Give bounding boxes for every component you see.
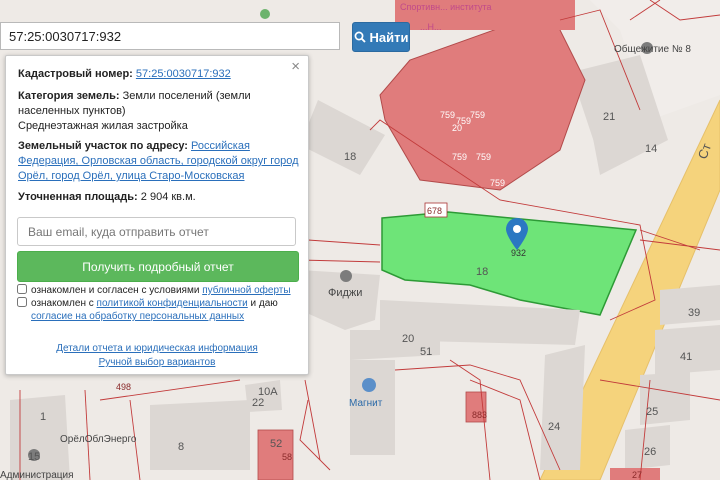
label-8: 8 <box>178 441 184 453</box>
public-offer-link[interactable]: публичной оферты <box>202 285 290 296</box>
consent-privacy-text: ознакомлен с <box>31 298 94 309</box>
consent-privacy-checkbox[interactable] <box>17 297 27 307</box>
search-bar: Найти <box>0 22 412 52</box>
label-759-5: 759 <box>490 178 505 188</box>
cadastral-search-input[interactable] <box>0 22 340 50</box>
email-input[interactable] <box>17 217 296 246</box>
building-41 <box>655 325 720 375</box>
label-883: 883 <box>472 410 487 420</box>
poi-institute-label-2: ...Н... <box>420 22 442 32</box>
cadastral-number-link[interactable]: 57:25:0030717:932 <box>136 68 231 80</box>
poi-magnit-label: Магнит <box>349 398 383 409</box>
label-18-top: 18 <box>344 151 356 163</box>
area-row: Уточненная площадь: 2 904 кв.м. <box>18 190 300 205</box>
poi-dormitory-label: Общежитие № 8 <box>614 43 691 55</box>
get-report-label: Получить подробный отчет <box>82 259 234 274</box>
category-value-1: Земли поселений (земли <box>122 90 251 102</box>
consent-privacy-text-2: и даю <box>250 298 278 309</box>
use-value: Среднеэтажная жилая застройка <box>18 120 188 132</box>
poi-admin-label: Администрация <box>0 470 74 480</box>
address-row: Земельный участок по адресу: Российская … <box>18 139 300 184</box>
building-39 <box>660 285 720 325</box>
magnit-poi-icon[interactable] <box>362 378 376 392</box>
manual-row: Ручной выбор вариантов <box>6 357 308 368</box>
label-21: 21 <box>603 111 615 123</box>
label-51: 51 <box>420 346 432 358</box>
address-link-1[interactable]: Российская <box>191 140 250 152</box>
label-20-bottom: 20 <box>402 333 414 345</box>
label-759-3: 759 <box>452 152 467 162</box>
poi-institute-label: Спортивн... института <box>400 2 492 12</box>
label-759-1: 759 <box>440 110 455 120</box>
consent-offer: ознакомлен и согласен с условиями публич… <box>17 284 299 297</box>
label-678: 678 <box>427 206 442 216</box>
poi-fiji-label: Фиджи <box>328 287 362 299</box>
privacy-policy-link[interactable]: политикой конфиденциальности <box>97 298 248 309</box>
poi-energo-label: ОрёлОблЭнерго <box>60 433 137 445</box>
address-link-2[interactable]: Федерация, Орловская область, городской … <box>18 155 299 167</box>
fiji-poi-icon[interactable] <box>340 270 352 282</box>
label-58: 58 <box>282 452 292 462</box>
label-22: 22 <box>252 397 264 409</box>
building-24 <box>540 345 585 470</box>
building-8 <box>150 400 250 470</box>
label-52: 52 <box>270 438 282 450</box>
label-24: 24 <box>548 421 560 433</box>
search-button-label: Найти <box>369 29 409 45</box>
label-759-2: 759 <box>470 110 485 120</box>
details-link[interactable]: Детали отчета и юридическая информация <box>56 343 258 354</box>
label-41: 41 <box>680 351 692 363</box>
label-15: 15 <box>28 451 40 463</box>
label-498: 498 <box>116 382 131 392</box>
label-1: 1 <box>40 411 46 423</box>
address-link-3[interactable]: Орёл, город Орёл, улица Старо-Московская <box>18 170 244 182</box>
label-759-6: 759 <box>456 116 471 126</box>
search-icon <box>354 31 366 43</box>
manual-selection-link[interactable]: Ручной выбор вариантов <box>99 357 216 368</box>
consent-offer-text: ознакомлен и согласен с условиями <box>31 285 200 296</box>
address-label: Земельный участок по адресу: <box>18 140 188 152</box>
label-18-parcel: 18 <box>476 266 488 278</box>
park-poi-icon <box>260 9 270 19</box>
category-label: Категория земель: <box>18 90 120 102</box>
category-row: Категория земель: Земли поселений (земли… <box>18 89 300 134</box>
label-26: 26 <box>644 446 656 458</box>
label-25: 25 <box>646 406 658 418</box>
personal-data-consent-link[interactable]: согласие на обработку персональных данны… <box>31 311 244 322</box>
label-27: 27 <box>632 470 642 480</box>
consent-offer-checkbox[interactable] <box>17 284 27 294</box>
cadastral-label: Кадастровый номер: <box>18 68 133 80</box>
label-14: 14 <box>645 143 657 155</box>
area-label: Уточненная площадь: <box>18 191 138 203</box>
consent-privacy: ознакомлен с политикой конфиденциальност… <box>17 297 299 323</box>
label-759-4: 759 <box>476 152 491 162</box>
label-39: 39 <box>688 307 700 319</box>
get-report-button[interactable]: Получить подробный отчет <box>17 251 299 282</box>
cadastral-row: Кадастровый номер: 57:25:0030717:932 <box>18 67 300 82</box>
parcel-number-label: 932 <box>511 248 526 258</box>
search-button[interactable]: Найти <box>352 22 410 52</box>
details-row: Детали отчета и юридическая информация <box>6 343 308 354</box>
area-value: 2 904 кв.м. <box>140 191 196 203</box>
parcel-info-popup: × Кадастровый номер: 57:25:0030717:932 К… <box>5 55 309 375</box>
category-value-2: населенных пунктов) <box>18 105 126 117</box>
